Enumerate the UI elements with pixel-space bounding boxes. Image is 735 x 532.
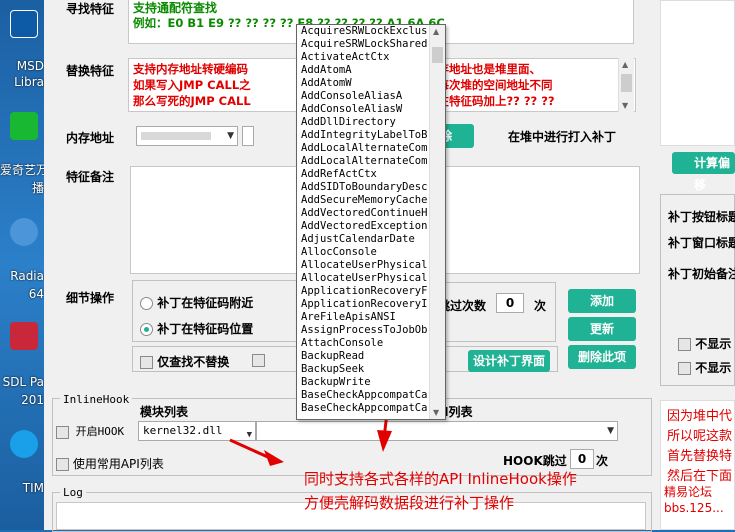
arrow-head-1 (377, 430, 392, 452)
iqiyi-icon[interactable] (10, 112, 38, 140)
scroll-down-icon[interactable]: ▼ (433, 408, 439, 417)
api-list-item[interactable]: AdjustCalendarDate (297, 233, 427, 246)
annotation-line-1: 同时支持各式各样的API InlineHook操作 (304, 470, 577, 488)
arrow-head-2 (264, 450, 284, 466)
api-list-item[interactable]: AcquireSRWLockShared (297, 38, 427, 51)
api-list-item[interactable]: BaseCheckAppcompatCache (297, 389, 427, 402)
api-list-item[interactable]: BaseCheckAppcompatCacheEx (297, 402, 427, 415)
desktop-label: 播 (31, 181, 44, 195)
radia-icon[interactable] (10, 218, 38, 246)
desktop-label: Libra (14, 75, 44, 89)
api-list-item[interactable]: AllocConsole (297, 246, 427, 259)
desktop-label: MSD (16, 59, 44, 73)
scroll-up-icon[interactable]: ▲ (433, 27, 439, 36)
api-list-item[interactable]: ApplicationRecoveryFinished (297, 285, 427, 298)
api-list-item[interactable]: ApplicationRecoveryInProgress (297, 298, 427, 311)
desktop-label: TIM (22, 481, 44, 495)
api-list-item[interactable]: AddSIDToBoundaryDescriptor (297, 181, 427, 194)
api-list-item[interactable]: AddSecureMemoryCacheCallback (297, 194, 427, 207)
api-list-item[interactable]: AllocateUserPhysicalPages (297, 259, 427, 272)
scroll-thumb[interactable] (432, 47, 443, 63)
api-list-item[interactable]: AddVectoredContinueHandler (297, 207, 427, 220)
api-list-item[interactable]: AddAtomA (297, 64, 427, 77)
msdn-library-icon[interactable] (10, 10, 38, 38)
patch-tool-window: 寻找特征 支持通配符查找 例如：E0 B1 E9 ?? ?? ?? ?? E8 … (44, 0, 735, 532)
api-list-item[interactable]: AddConsoleAliasW (297, 103, 427, 116)
api-list-item[interactable]: AddAtomW (297, 77, 427, 90)
api-dropdown-list[interactable]: AcquireSRWLockExclusiveAcquireSRWLockSha… (296, 24, 446, 420)
api-list-item[interactable]: AddLocalAlternateComputerNameW (297, 155, 427, 168)
annotation-line-2: 方便壳解码数据段进行补丁操作 (304, 494, 515, 512)
api-list-item[interactable]: BackupSeek (297, 363, 427, 376)
arrow-line-2 (229, 438, 271, 460)
api-list-item[interactable]: BackupRead (297, 350, 427, 363)
api-list-item[interactable]: AssignProcessToJobObject (297, 324, 427, 337)
api-list-scrollbar[interactable]: ▲ ▼ (429, 25, 445, 419)
api-list-item[interactable]: AddLocalAlternateComputerNameA (297, 142, 427, 155)
api-list-item[interactable]: AddRefActCtx (297, 168, 427, 181)
api-list-item[interactable]: BackupWrite (297, 376, 427, 389)
api-list-items: AcquireSRWLockExclusiveAcquireSRWLockSha… (297, 25, 445, 415)
desktop-label: 201 (21, 393, 44, 407)
api-list-item[interactable]: ActivateActCtx (297, 51, 427, 64)
desktop-strip: MSD Libra 爱奇艺万 播 Radia 64 SDL Pa 201 TIM (0, 0, 44, 530)
api-list-item[interactable]: AreFileApisANSI (297, 311, 427, 324)
sdl-icon[interactable] (10, 322, 38, 350)
desktop-label: Radia (10, 269, 44, 283)
api-list-item[interactable]: AttachConsole (297, 337, 427, 350)
api-list-item[interactable]: AddDllDirectory (297, 116, 427, 129)
api-list-item[interactable]: AddConsoleAliasA (297, 90, 427, 103)
tim-icon[interactable] (10, 430, 38, 458)
api-list-item[interactable]: AcquireSRWLockExclusive (297, 25, 427, 38)
api-list-item[interactable]: AllocateUserPhysicalPagesNuma (297, 272, 427, 285)
api-list-item[interactable]: AddIntegrityLabelToBoundaryDescriptor (297, 129, 427, 142)
desktop-label: 爱奇艺万 (0, 163, 44, 177)
desktop-label: SDL Pa (2, 375, 44, 389)
desktop-label: 64 (28, 287, 44, 301)
api-list-item[interactable]: AddVectoredExceptionHandler (297, 220, 427, 233)
